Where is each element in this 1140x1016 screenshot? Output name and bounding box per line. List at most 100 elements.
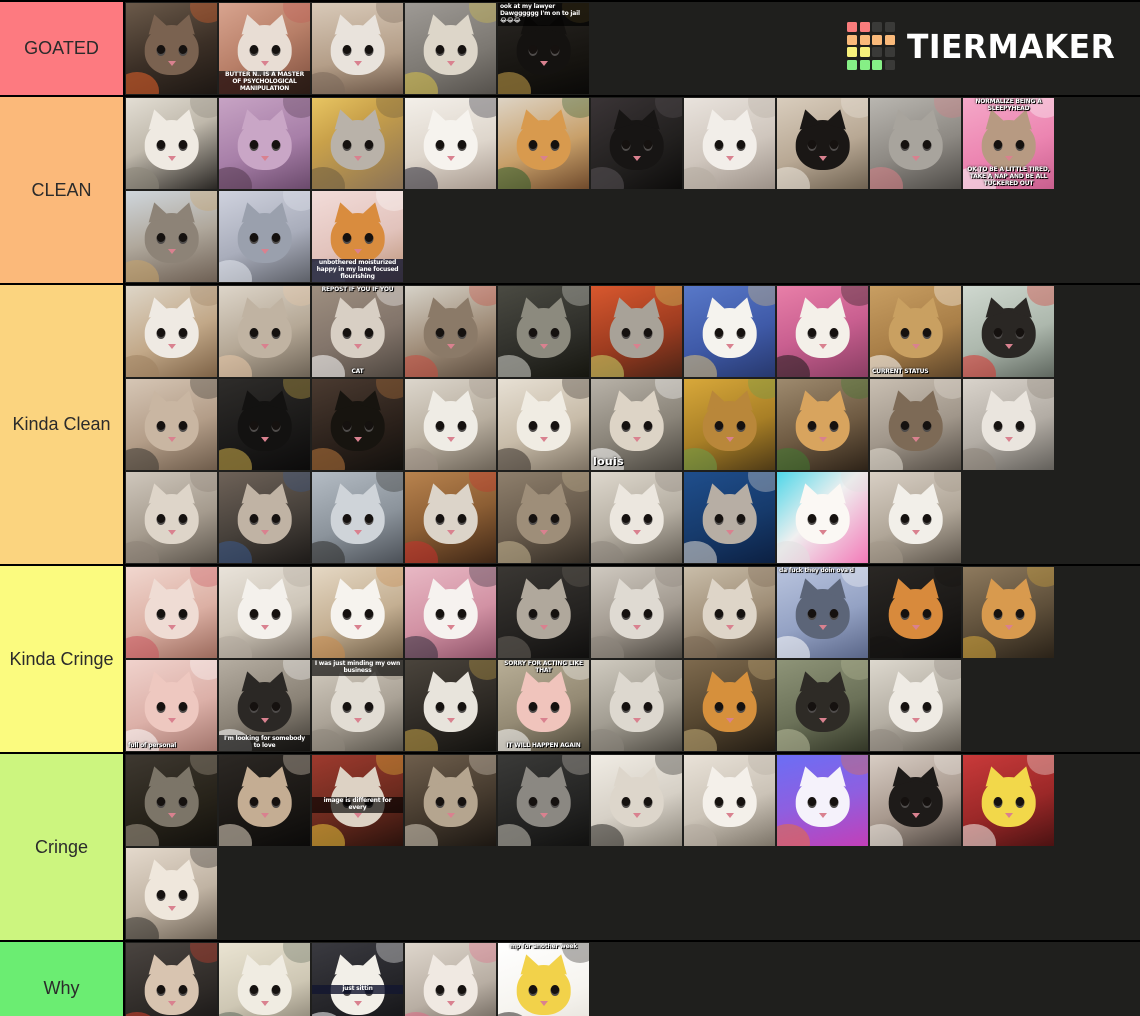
kitten-drinking-from-carton-louis[interactable]: louis [591, 379, 682, 470]
tile-artwork [312, 472, 403, 563]
cartoon-cat-purple-gradient[interactable] [777, 755, 868, 846]
black-cat-near-mirror-frame[interactable] [312, 379, 403, 470]
two-kittens-standing-up[interactable] [405, 379, 496, 470]
birthday-cat-with-party-hat[interactable] [126, 3, 217, 94]
cat-with-guitar-amp-marshall[interactable] [405, 660, 496, 751]
cat-eating-from-bowl-with-spoon[interactable] [219, 191, 310, 282]
orange-cat-in-bathtub[interactable]: unbothered moisturized happy in my lane … [312, 191, 403, 282]
cat-with-text-overlay-blurry[interactable]: I was just minding my own business [312, 660, 403, 751]
tier-items[interactable]: NORMALIZE BEING A SLEEPYHEAD OK TO BE A L… [125, 97, 1140, 283]
grey-cat-yelling-open-mouth[interactable] [870, 98, 961, 189]
cat-paws-up-blurry[interactable] [591, 567, 682, 658]
white-kitten-on-carpet[interactable] [870, 472, 961, 563]
old-tabby-cat-squinting[interactable] [498, 472, 589, 563]
white-cat-sitting-just-sittin[interactable]: just sittin [312, 943, 403, 1016]
tuxedo-cat-on-fluffy-blanket[interactable] [870, 755, 961, 846]
cat-standing-in-room-hands-up[interactable] [684, 567, 775, 658]
tier-items[interactable]: just sittin mp for another weekI am not p… [125, 942, 1140, 1016]
two-cats-on-blue-background[interactable] [684, 472, 775, 563]
cat-loafing-on-wooden-table[interactable] [405, 286, 496, 377]
cat-with-sunglasses-pink-bg[interactable] [777, 286, 868, 377]
tile-artwork [684, 286, 775, 377]
cat-thumbs-up-dark-background[interactable] [219, 755, 310, 846]
tier-label-kinda-cringe[interactable]: Kinda Cringe [0, 566, 125, 752]
grey-white-cat-portrait[interactable] [312, 472, 403, 563]
cat-in-tomato-costume[interactable] [126, 943, 217, 1016]
cat-standing-far-away-dark[interactable] [498, 567, 589, 658]
black-cat-in-suit-jacket[interactable] [219, 379, 310, 470]
cat-crying-face-meme[interactable] [126, 848, 217, 939]
white-kitten-sad-eyes-meme[interactable] [312, 567, 403, 658]
tier-row: Why just sittin mp for another weekI am no… [0, 942, 1140, 1016]
black-cat-with-headphones-dark[interactable] [591, 98, 682, 189]
tier-label-clean[interactable]: CLEAN [0, 97, 125, 283]
two-cats-on-couch-cuddling[interactable] [870, 379, 961, 470]
cat-holding-wrench-tool[interactable] [498, 286, 589, 377]
orange-cat-sunglasses-wine[interactable] [498, 98, 589, 189]
tier-label-goated[interactable]: GOATED [0, 2, 125, 95]
white-cat-reaching-up-blue-bg[interactable] [684, 286, 775, 377]
cat-sitting-upright-on-couch[interactable] [498, 379, 589, 470]
cat-face-wide-eyes-closeup[interactable] [126, 379, 217, 470]
kitten-held-in-hands-manipulation-meme[interactable]: BUTTER N.. IS A MASTER OF PSYCHOLOGICAL … [219, 3, 310, 94]
white-cat-blurry-motion[interactable] [684, 98, 775, 189]
orange-cat-with-beer-glass[interactable] [963, 567, 1054, 658]
fluffy-grey-cat-squinting-face[interactable] [591, 660, 682, 751]
cat-dancing-on-wood-floor-dark[interactable] [126, 755, 217, 846]
tier-label-kinda-clean[interactable]: Kinda Clean [0, 285, 125, 564]
tier-items[interactable]: da fuck they doin ova d full of personal I… [125, 566, 1140, 752]
tier-label-why[interactable]: Why [0, 942, 125, 1016]
banana-cats-not-prepared-meme[interactable]: mp for another weekI am not prepared but… [498, 943, 589, 1016]
normalize-being-a-sleepyhead-meme[interactable]: NORMALIZE BEING A SLEEPYHEAD OK TO BE A L… [963, 98, 1054, 189]
image-is-different-for-every-cat-meme[interactable]: image is different for every [312, 755, 403, 846]
fluffy-orange-cat-current-status[interactable]: CURRENT STATUS [870, 286, 961, 377]
cat-wearing-yellow-duck-hat[interactable] [963, 755, 1054, 846]
chonky-tuxedo-cat-standing[interactable] [777, 98, 868, 189]
cat-in-straw-hat-at-table[interactable] [591, 286, 682, 377]
cat-on-snow-da-fuck-meme[interactable]: da fuck they doin ova d [777, 567, 868, 658]
tier-label-cringe[interactable]: Cringe [0, 754, 125, 940]
cat-sitting-at-table-like-person[interactable] [591, 755, 682, 846]
cat-standing-upright-in-doorway[interactable] [312, 98, 403, 189]
fluffy-white-cat-on-bed[interactable] [219, 567, 310, 658]
repost-if-you-cat-meme[interactable]: REPOST IF YOU IF YOU CAT [312, 286, 403, 377]
white-cat-pink-bow-sad[interactable] [405, 567, 496, 658]
hand-petting-tabby-cat[interactable] [219, 286, 310, 377]
cat-at-desk-with-monitors[interactable] [219, 472, 310, 563]
blurry-white-cat-dancing[interactable] [870, 660, 961, 751]
cat-on-yellow-bedding[interactable] [684, 379, 775, 470]
sorry-for-acting-like-that-cat[interactable]: SORRY FOR ACTING LIKE THAT IT WILL HAPPEN… [498, 660, 589, 751]
scottish-fold-cat-looking-down[interactable] [405, 755, 496, 846]
cat-holding-sword-dark[interactable] [498, 755, 589, 846]
cat-wrapped-in-blanket-burrito[interactable] [963, 379, 1054, 470]
cat-lying-on-carpet-floor[interactable] [126, 472, 217, 563]
tile-artwork [870, 472, 961, 563]
cat-walking-on-path-outside[interactable] [777, 660, 868, 751]
orange-and-black-cat-touching-noses[interactable] [870, 567, 961, 658]
cat-tangled-in-hanger-on-pavement[interactable] [405, 3, 496, 94]
orange-cat-standing-on-hind-legs[interactable] [684, 660, 775, 751]
purple-smug-cat-face-closeup[interactable] [219, 98, 310, 189]
tuxedo-cat-lawyer-meme[interactable]: ook at my lawyer Dawgggggg I'm on to jai… [498, 3, 589, 94]
tile-artwork [219, 567, 310, 658]
tier-items[interactable]: image is different for every [125, 754, 1140, 940]
kitten-smiling-pink-nose[interactable] [405, 943, 496, 1016]
tiermaker-logo[interactable]: TIERMAKER [847, 22, 1126, 70]
cat-meme-lowercase-caption[interactable]: I'm looking for somebody to love [219, 660, 310, 751]
tier-items[interactable]: REPOST IF YOU IF YOU CAT CURRENT STATUS lou… [125, 285, 1140, 564]
cat-between-feet-in-slides[interactable] [963, 286, 1054, 377]
grey-white-cat-staring-closeup[interactable] [219, 943, 310, 1016]
round-fluffy-grey-white-cat[interactable] [312, 3, 403, 94]
hairless-sphynx-cat-full-of-personality[interactable]: full of personal [126, 660, 217, 751]
cat-standing-by-chair[interactable] [126, 98, 217, 189]
orange-cat-next-to-watermelon[interactable] [777, 379, 868, 470]
kitten-by-curtain-on-wood-floor[interactable] [126, 286, 217, 377]
cat-near-eiffel-tower-photo[interactable] [126, 191, 217, 282]
white-cat-pink-gradient-frame[interactable] [777, 472, 868, 563]
tile-artwork [498, 98, 589, 189]
white-kitten-big-eyes-closeup[interactable] [405, 98, 496, 189]
pink-cat-screaming-mouth-open[interactable] [126, 567, 217, 658]
cat-stretching-on-ledge[interactable] [591, 472, 682, 563]
kitten-on-red-surface[interactable] [405, 472, 496, 563]
white-cat-smiling-closeup[interactable] [684, 755, 775, 846]
